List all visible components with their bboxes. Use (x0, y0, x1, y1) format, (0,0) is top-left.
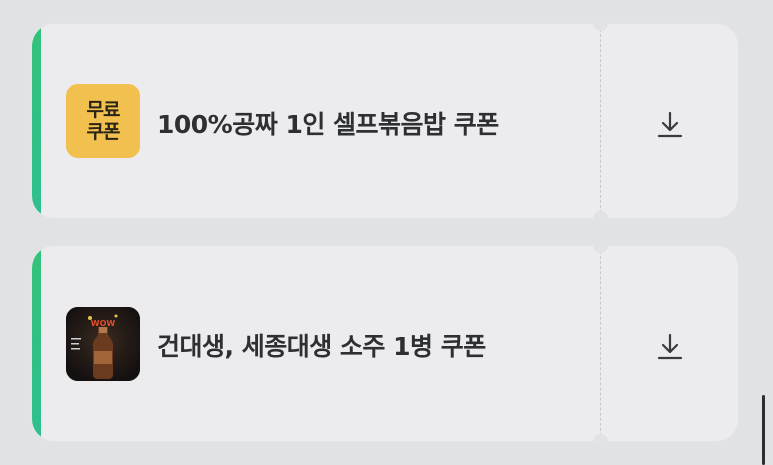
coupon-title: 100%공짜 1인 셀프볶음밥 쿠폰 (157, 110, 499, 139)
soju-bottle-image: WOW (66, 307, 140, 381)
coupon-accent-stripe (32, 246, 41, 441)
scrollbar[interactable] (762, 395, 765, 465)
coupon-card[interactable]: WOW 건대생, 세종대생 소주 1병 쿠폰 (32, 246, 738, 441)
free-coupon-thumbnail-text: 무료 쿠폰 (86, 99, 121, 143)
download-button[interactable] (650, 327, 690, 367)
coupon-notch (593, 24, 608, 31)
coupon-notch (593, 434, 608, 441)
wow-logo-text: WOW (91, 319, 116, 328)
soju-bottle-thumbnail: WOW (66, 307, 140, 381)
free-coupon-thumbnail: 무료 쿠폰 (66, 84, 140, 158)
coupon-notch (593, 211, 608, 218)
download-button[interactable] (650, 105, 690, 145)
download-icon (657, 333, 683, 360)
coupon-notch (593, 246, 608, 253)
download-icon (657, 111, 683, 138)
coupon-perforation-divider (600, 24, 601, 218)
coupon-card[interactable]: 무료 쿠폰 100%공짜 1인 셀프볶음밥 쿠폰 (32, 24, 738, 218)
coupon-title: 건대생, 세종대생 소주 1병 쿠폰 (157, 332, 486, 361)
coupon-perforation-divider (600, 246, 601, 441)
coupon-accent-stripe (32, 24, 41, 218)
